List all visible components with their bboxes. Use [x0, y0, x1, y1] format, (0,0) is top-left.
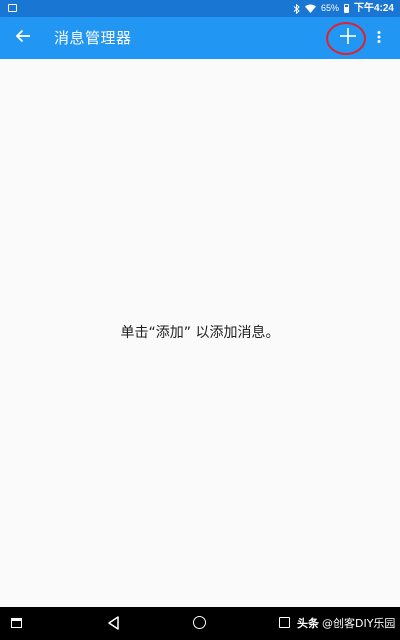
watermark-text: @创客DIY乐园 — [322, 617, 396, 630]
home-circle-icon[interactable] — [193, 616, 206, 629]
battery-icon — [343, 4, 349, 13]
add-message-button[interactable] — [328, 21, 368, 55]
plus-icon — [339, 27, 357, 49]
page-title: 消息管理器 — [54, 29, 132, 47]
screen: 65% 下午4:24 消息管理器 单击“添加” 以添加消息。 头条 @创客DIY… — [0, 0, 400, 640]
arrow-left-icon — [15, 28, 31, 48]
nav-back-button[interactable] — [106, 615, 122, 631]
status-right-group: 65% 下午4:24 — [293, 0, 394, 17]
empty-state-message: 单击“添加” 以添加消息。 — [120, 325, 280, 341]
status-time: 下午4:24 — [353, 3, 394, 14]
status-bar: 65% 下午4:24 — [0, 0, 400, 17]
wifi-icon — [304, 4, 316, 13]
window-icon[interactable] — [11, 618, 22, 628]
battery-percent: 65% — [320, 3, 339, 13]
watermark: 头条 @创客DIY乐园 — [297, 607, 395, 640]
more-options-button[interactable] — [371, 26, 387, 50]
bluetooth-icon — [293, 3, 300, 14]
recents-square-icon[interactable] — [279, 617, 290, 628]
watermark-brand: 头条 — [297, 617, 319, 630]
more-vert-icon — [377, 29, 381, 48]
message-list-area: 单击“添加” 以添加消息。 — [0, 59, 400, 607]
image-icon — [8, 4, 17, 12]
back-triangle-icon — [106, 616, 122, 635]
back-button[interactable] — [9, 24, 37, 52]
app-bar: 消息管理器 — [0, 17, 400, 59]
navigation-bar: 头条 @创客DIY乐园 — [0, 607, 400, 640]
